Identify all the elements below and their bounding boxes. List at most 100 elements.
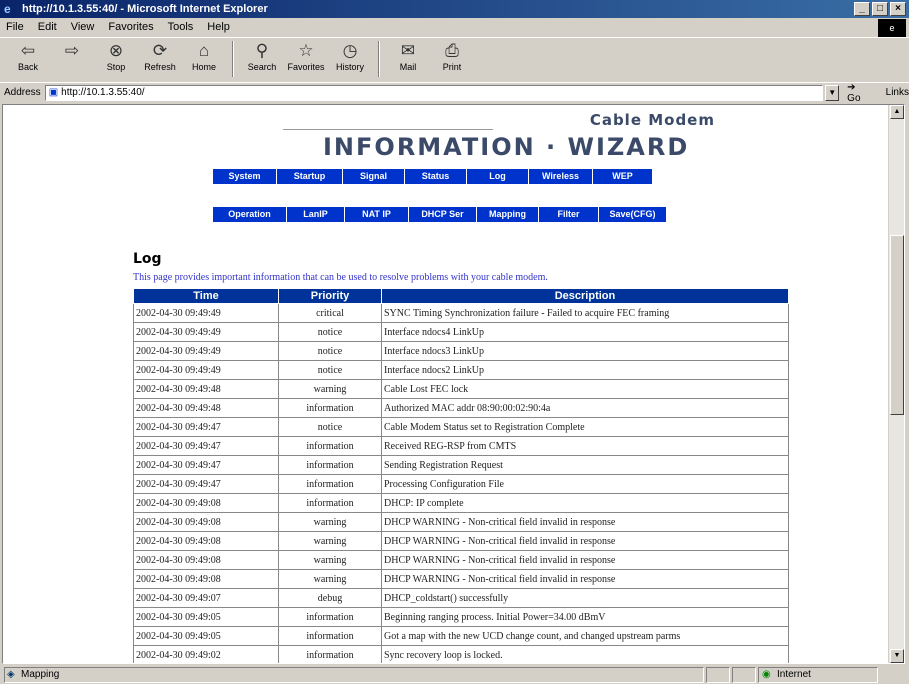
home-button[interactable]: ⌂ Home (182, 38, 226, 80)
log-priority-cell: notice (278, 360, 382, 380)
menu-file[interactable]: File (6, 21, 24, 33)
table-row: 2002-04-30 09:49:48 information Authorized… (133, 398, 789, 418)
back-label: Back (17, 62, 38, 72)
log-priority-cell: information (278, 607, 382, 627)
log-description-cell: Beginning ranging process. Initial Power… (381, 607, 789, 627)
stop-button[interactable]: ⊗ Stop (94, 38, 138, 80)
page-viewport: Cable Modem INFORMATION · WIZARD System … (2, 104, 905, 664)
close-button[interactable]: × (890, 2, 906, 16)
log-time-cell: 2002-04-30 09:49:05 (133, 626, 279, 646)
brand-header: Cable Modem INFORMATION · WIZARD (283, 111, 723, 169)
nav-operation[interactable]: Operation (213, 207, 287, 222)
nav-system[interactable]: System (213, 169, 277, 184)
nav-save-cfg[interactable]: Save(CFG) (599, 207, 667, 222)
log-time-cell: 2002-04-30 09:49:47 (133, 436, 279, 456)
nav-mapping[interactable]: Mapping (477, 207, 539, 222)
log-description-cell: DHCP_coldstart() successfully (381, 588, 789, 608)
browser-window: e http://10.1.3.55:40/ - Microsoft Inter… (0, 0, 909, 684)
log-time-cell: 2002-04-30 09:49:47 (133, 417, 279, 437)
nav-signal[interactable]: Signal (343, 169, 405, 184)
go-label: Go (847, 92, 861, 104)
print-label: Print (442, 62, 462, 72)
log-table-body: 2002-04-30 09:49:49 critical SYNC Timing S… (133, 303, 789, 663)
back-button[interactable]: ⇦ Back (6, 38, 50, 80)
log-priority-cell: information (278, 455, 382, 475)
nav-wireless[interactable]: Wireless (529, 169, 593, 184)
nav-startup[interactable]: Startup (277, 169, 343, 184)
address-input[interactable]: ▣ http://10.1.3.55:40/ (44, 84, 824, 101)
log-priority-cell: information (278, 474, 382, 494)
mail-button[interactable]: ✉ Mail (386, 38, 430, 80)
menu-tools[interactable]: Tools (168, 21, 194, 33)
internet-zone-icon: ◉ (762, 668, 771, 680)
go-button[interactable]: ➔ Go (847, 82, 871, 104)
nav-filter[interactable]: Filter (539, 207, 599, 222)
refresh-button[interactable]: ⟳ Refresh (138, 38, 182, 80)
vertical-scrollbar[interactable]: ▲ ▼ (888, 105, 904, 663)
search-button[interactable]: ⚲ Search (240, 38, 284, 80)
forward-button[interactable]: ⇨ (50, 38, 94, 80)
scroll-down-arrow-icon[interactable]: ▼ (890, 649, 904, 663)
ie-logo-icon: e (4, 2, 11, 16)
log-priority-cell: information (278, 398, 382, 418)
log-time-cell: 2002-04-30 09:49:08 (133, 493, 279, 513)
address-label: Address (4, 87, 41, 98)
table-row: 2002-04-30 09:49:49 notice Interface ndocs… (133, 341, 789, 361)
status-text: Mapping (21, 668, 60, 680)
log-time-cell: 2002-04-30 09:49:47 (133, 474, 279, 494)
nav-lanip[interactable]: LanIP (287, 207, 345, 222)
menu-edit[interactable]: Edit (38, 21, 57, 33)
stop-label: Stop (106, 62, 126, 72)
table-row: 2002-04-30 09:49:47 information Received R… (133, 436, 789, 456)
log-description-cell: Sending Registration Request (381, 455, 789, 475)
links-button[interactable]: Links (886, 87, 909, 98)
page-title: Log (133, 251, 162, 267)
maximize-button[interactable]: □ (872, 2, 888, 16)
home-icon: ⌂ (198, 41, 210, 60)
log-time-cell: 2002-04-30 09:49:49 (133, 360, 279, 380)
favorites-label: Favorites (287, 62, 325, 72)
log-description-cell: Interface ndocs2 LinkUp (381, 360, 789, 380)
nav-natip[interactable]: NAT IP (345, 207, 409, 222)
zone-label: Internet (777, 668, 811, 680)
log-table-header: Time Priority Description (133, 288, 789, 304)
refresh-icon: ⟳ (152, 41, 168, 60)
favorites-button[interactable]: ☆ Favorites (284, 38, 328, 80)
log-priority-cell: notice (278, 417, 382, 437)
table-row: 2002-04-30 09:49:02 information Sync recov… (133, 645, 789, 663)
nav-row-2: Operation LanIP NAT IP DHCP Ser Mapping … (213, 207, 667, 222)
log-description-cell: DHCP WARNING - Non-critical field invali… (381, 569, 789, 589)
column-header-description: Description (381, 288, 789, 304)
log-description-cell: Cable Lost FEC lock (381, 379, 789, 399)
table-row: 2002-04-30 09:49:08 warning DHCP WARNING -… (133, 550, 789, 570)
nav-status[interactable]: Status (405, 169, 467, 184)
menu-view[interactable]: View (71, 21, 95, 33)
log-description-cell: Processing Configuration File (381, 474, 789, 494)
title-bar[interactable]: e http://10.1.3.55:40/ - Microsoft Inter… (0, 0, 909, 18)
table-row: 2002-04-30 09:49:08 information DHCP: IP c… (133, 493, 789, 513)
column-header-time: Time (133, 288, 279, 304)
window-title: http://10.1.3.55:40/ - Microsoft Interne… (22, 3, 268, 15)
ie-throbber-icon: e (878, 19, 906, 37)
search-icon: ⚲ (255, 41, 269, 60)
history-button[interactable]: ◷ History (328, 38, 372, 80)
menu-help[interactable]: Help (207, 21, 230, 33)
nav-log[interactable]: Log (467, 169, 529, 184)
log-time-cell: 2002-04-30 09:49:05 (133, 607, 279, 627)
scrollbar-thumb[interactable] (890, 235, 904, 415)
log-description-cell: Cable Modem Status set to Registration C… (381, 417, 789, 437)
nav-dhcp-server[interactable]: DHCP Ser (409, 207, 477, 222)
nav-wep[interactable]: WEP (593, 169, 653, 184)
table-row: 2002-04-30 09:49:47 information Sending Re… (133, 455, 789, 475)
standard-toolbar: ⇦ Back ⇨ ⊗ Stop ⟳ Refresh ⌂ Home ⚲ Searc… (0, 37, 909, 81)
mail-label: Mail (399, 62, 417, 72)
log-time-cell: 2002-04-30 09:49:08 (133, 569, 279, 589)
address-dropdown-button[interactable]: ▼ (825, 84, 840, 101)
log-time-cell: 2002-04-30 09:49:49 (133, 341, 279, 361)
menu-favorites[interactable]: Favorites (108, 21, 153, 33)
scroll-up-arrow-icon[interactable]: ▲ (890, 105, 904, 119)
page-icon: ▣ (48, 87, 59, 98)
print-button[interactable]: ⎙ Print (430, 38, 474, 80)
minimize-button[interactable]: _ (854, 2, 870, 16)
table-row: 2002-04-30 09:49:49 notice Interface ndocs… (133, 360, 789, 380)
